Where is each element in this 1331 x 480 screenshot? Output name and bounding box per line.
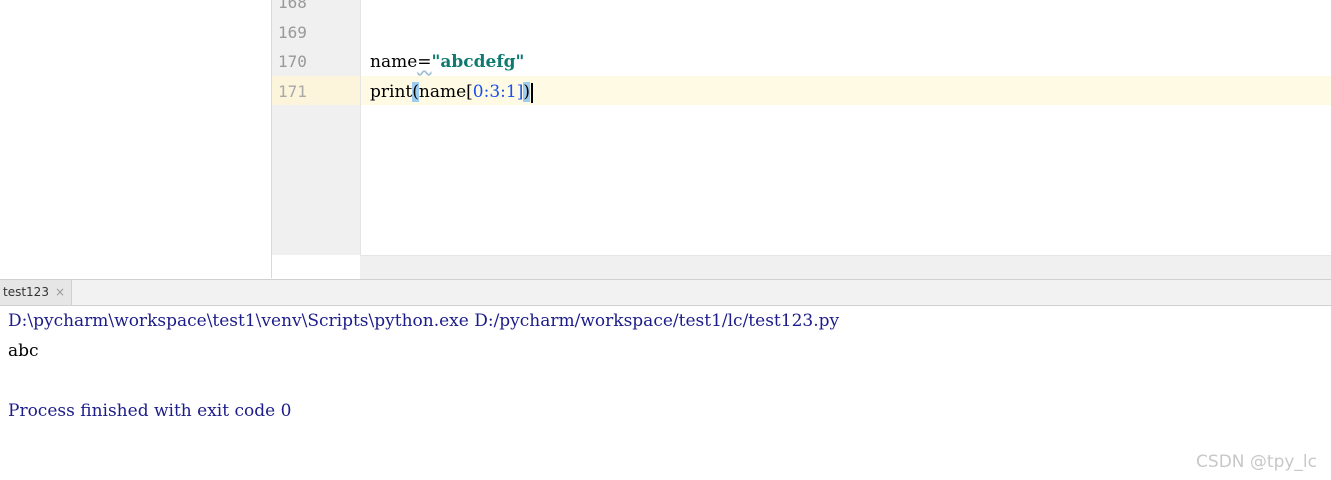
run-tab-label: test123: [3, 285, 49, 299]
watermark: CSDN @tpy_lc: [1196, 452, 1317, 472]
open-paren-highlight: (: [412, 82, 419, 102]
line-number: 168: [278, 0, 307, 12]
console-output-line: abc: [8, 341, 39, 361]
code-editor[interactable]: 168 169 170 171 name="abcdefg" print(nam…: [272, 0, 1331, 279]
project-panel: [0, 0, 272, 278]
identifier: name: [418, 82, 467, 102]
line-number: 169: [278, 23, 307, 42]
console-exit-message: Process finished with exit code 0: [8, 401, 292, 421]
editor-horizontal-scrollbar[interactable]: [360, 255, 1331, 279]
number-literal: 3: [489, 82, 501, 102]
number-literal: 0: [472, 82, 484, 102]
run-tab-test123[interactable]: test123 ×: [0, 280, 73, 305]
run-tool-window-tabs: test123 ×: [0, 279, 1331, 306]
code-line-171[interactable]: print(name[0:3:1]): [370, 77, 534, 107]
open-bracket: [: [466, 82, 473, 102]
line-number: 170: [278, 52, 307, 71]
string-literal: "abcdefg": [431, 52, 525, 72]
code-line-170[interactable]: name="abcdefg": [370, 47, 524, 77]
line-number-current: 171: [278, 82, 307, 101]
close-paren-highlight: ): [523, 82, 531, 102]
function-name: print: [370, 82, 413, 102]
line-number-gutter: 168 169 170 171: [272, 0, 361, 255]
console-command-line: D:\pycharm\workspace\test1\venv\Scripts\…: [8, 311, 840, 331]
close-icon[interactable]: ×: [55, 285, 65, 299]
text-caret: [531, 82, 534, 103]
assign-operator: =: [417, 52, 432, 72]
number-literal: 1: [505, 82, 517, 102]
run-console[interactable]: D:\pycharm\workspace\test1\venv\Scripts\…: [0, 306, 1331, 480]
identifier: name: [370, 52, 418, 72]
